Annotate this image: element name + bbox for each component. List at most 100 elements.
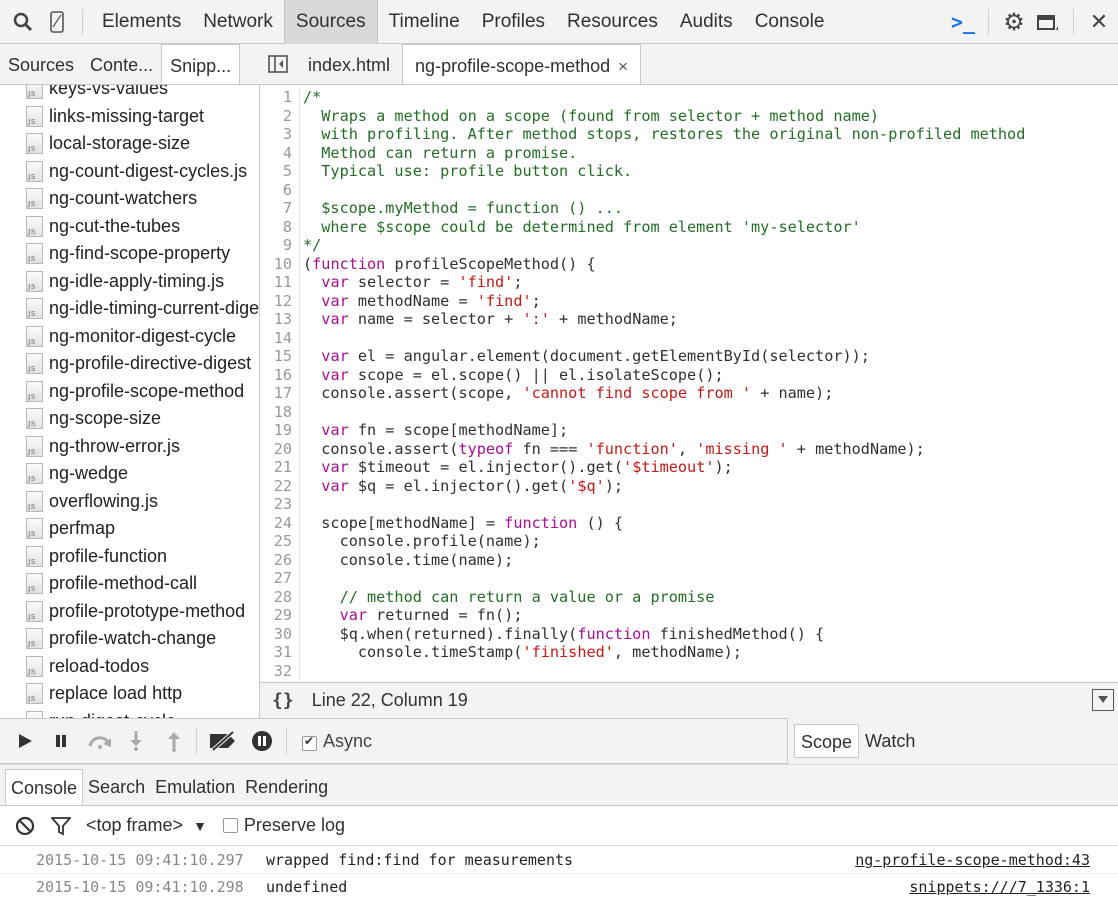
list-item[interactable]: ng-cut-the-tubes [0,213,259,241]
main-toolbar: Elements Network Sources Timeline Profiles Re… [0,0,1118,44]
editor-tab-index-html[interactable]: index.html [296,44,402,84]
tab-console[interactable]: Console [744,0,836,44]
drawer-tab-console[interactable]: Console [5,769,84,805]
file-name: ng-find-scope-property [49,243,231,264]
editor-tab-ng-profile-scope-method[interactable]: ng-profile-scope-method × [402,44,642,84]
close-icon[interactable]: × [618,57,628,76]
clear-console-icon[interactable] [14,815,36,837]
resume-icon[interactable] [12,719,38,763]
file-name: ng-count-digest-cycles.js [49,160,248,181]
drawer-tab-search[interactable]: Search [83,769,150,805]
list-item[interactable]: reload-todos [0,653,259,681]
deactivate-breakpoints-icon[interactable] [206,719,240,763]
list-item[interactable]: local-storage-size [0,130,259,158]
line-number: 3 [260,125,300,144]
pause-on-exceptions-icon[interactable] [248,719,276,763]
toolbar-divider [988,9,989,35]
code-line: 6 [260,180,1118,199]
list-item[interactable]: links-missing-target [0,103,259,131]
navigator-tab-sources[interactable]: Sources [0,44,82,84]
js-file-icon [26,215,43,237]
step-out-icon[interactable] [162,719,186,763]
file-name: ng-profile-directive-digest [49,353,252,374]
device-mode-icon[interactable] [40,0,74,44]
console-prompt-icon[interactable]: >_ [946,0,980,44]
list-item[interactable]: ng-idle-apply-timing.js [0,268,259,296]
cursor-position: Line 22, Column 19 [311,690,468,710]
drawer-tab-rendering[interactable]: Rendering [240,769,333,805]
step-into-icon[interactable] [124,719,148,763]
drawer-tab-emulation[interactable]: Emulation [150,769,240,805]
console-message: 2015-10-15 09:41:10.298 undefined snippets… [0,874,1118,900]
tab-resources[interactable]: Resources [556,0,669,44]
list-item[interactable]: profile-prototype-method [0,598,259,626]
list-item[interactable]: ng-idle-timing-current-digest [0,295,259,323]
tab-elements[interactable]: Elements [91,0,192,44]
list-item[interactable]: ng-scope-size [0,405,259,433]
js-file-icon [26,573,43,595]
list-item[interactable]: ng-count-digest-cycles.js [0,158,259,186]
toggle-navigator-icon[interactable] [260,44,296,84]
code-line: 7 $scope.myMethod = function () ... [260,199,1118,218]
search-icon[interactable] [6,0,40,44]
code-text: var el = angular.element(document.getEle… [321,347,870,365]
list-item[interactable]: ng-profile-directive-digest [0,350,259,378]
navigator-tab-snipp[interactable]: Snipp... [161,44,241,84]
async-checkbox[interactable] [302,734,317,751]
code-text: Typical use: profile button click. [303,162,633,180]
list-item[interactable]: overflowing.js [0,488,259,516]
line-number: 7 [260,199,300,218]
js-file-icon [26,270,43,292]
sidebar-tab-watch[interactable]: Watch [859,724,921,758]
message-source-link[interactable]: ng-profile-scope-method:43 [855,847,1090,874]
tab-network[interactable]: Network [192,0,284,44]
preserve-log-checkbox[interactable] [222,818,238,833]
list-item[interactable]: run-digest-cycle [0,708,259,718]
list-item[interactable]: ng-throw-error.js [0,433,259,461]
list-item[interactable]: keys-vs-values [0,85,259,103]
list-item[interactable]: profile-function [0,543,259,571]
close-icon[interactable]: ✕ [1082,0,1116,44]
tab-sources[interactable]: Sources [283,0,378,44]
line-number: 9 [260,236,300,255]
tab-timeline[interactable]: Timeline [378,0,471,44]
navigator-tab-conte[interactable]: Conte... [82,44,161,84]
js-file-icon [26,353,43,375]
frame-selector[interactable]: <top frame> ▼ [86,815,207,836]
gear-icon[interactable]: ⚙ [997,0,1031,44]
file-name: ng-cut-the-tubes [49,215,181,236]
sidebar-tab-scope[interactable]: Scope [794,724,860,758]
preserve-log-toggle[interactable]: Preserve log [222,815,345,836]
pause-icon[interactable] [48,719,74,763]
filter-icon[interactable] [50,815,72,837]
frame-selector-label: <top frame> [86,815,184,835]
list-item[interactable]: ng-profile-scope-method [0,378,259,406]
code-text: scope[methodName] = function () { [303,513,624,532]
code-line: 15 var el = angular.element(document.get… [260,347,1118,366]
pretty-print-button[interactable]: {} [272,690,294,711]
list-item[interactable]: ng-wedge [0,460,259,488]
step-over-icon[interactable] [86,719,114,763]
list-item[interactable]: profile-watch-change [0,625,259,653]
dock-icon[interactable] [1031,0,1065,44]
list-item[interactable]: ng-find-scope-property [0,240,259,268]
code-line: 31 console.timeStamp('finished', methodN… [260,643,1118,662]
devtools-window: Elements Network Sources Timeline Profiles Re… [0,0,1118,900]
list-item[interactable]: ng-monitor-digest-cycle [0,323,259,351]
code-text: var returned = fn(); [339,606,523,624]
tab-audits[interactable]: Audits [669,0,744,44]
line-number: 10 [260,254,300,273]
message-source-link[interactable]: snippets:///7_1336:1 [909,874,1090,900]
tab-profiles[interactable]: Profiles [471,0,556,44]
code-line: 16 var scope = el.scope() || el.isolateS… [260,365,1118,384]
code-editor[interactable]: 1/* 2 Wraps a method on a scope (found fr… [260,85,1118,682]
list-item[interactable]: profile-method-call [0,570,259,598]
async-toggle[interactable]: Async [302,719,382,763]
show-drawer-icon[interactable] [1092,689,1114,711]
code-line: 18 [260,402,1118,421]
code-line: 24 scope[methodName] = function () { [260,513,1118,532]
list-item[interactable]: ng-count-watchers [0,185,259,213]
list-item[interactable]: replace load http [0,680,259,708]
editor-status-bar: {} Line 22, Column 19 [260,682,1118,718]
list-item[interactable]: perfmap [0,515,259,543]
